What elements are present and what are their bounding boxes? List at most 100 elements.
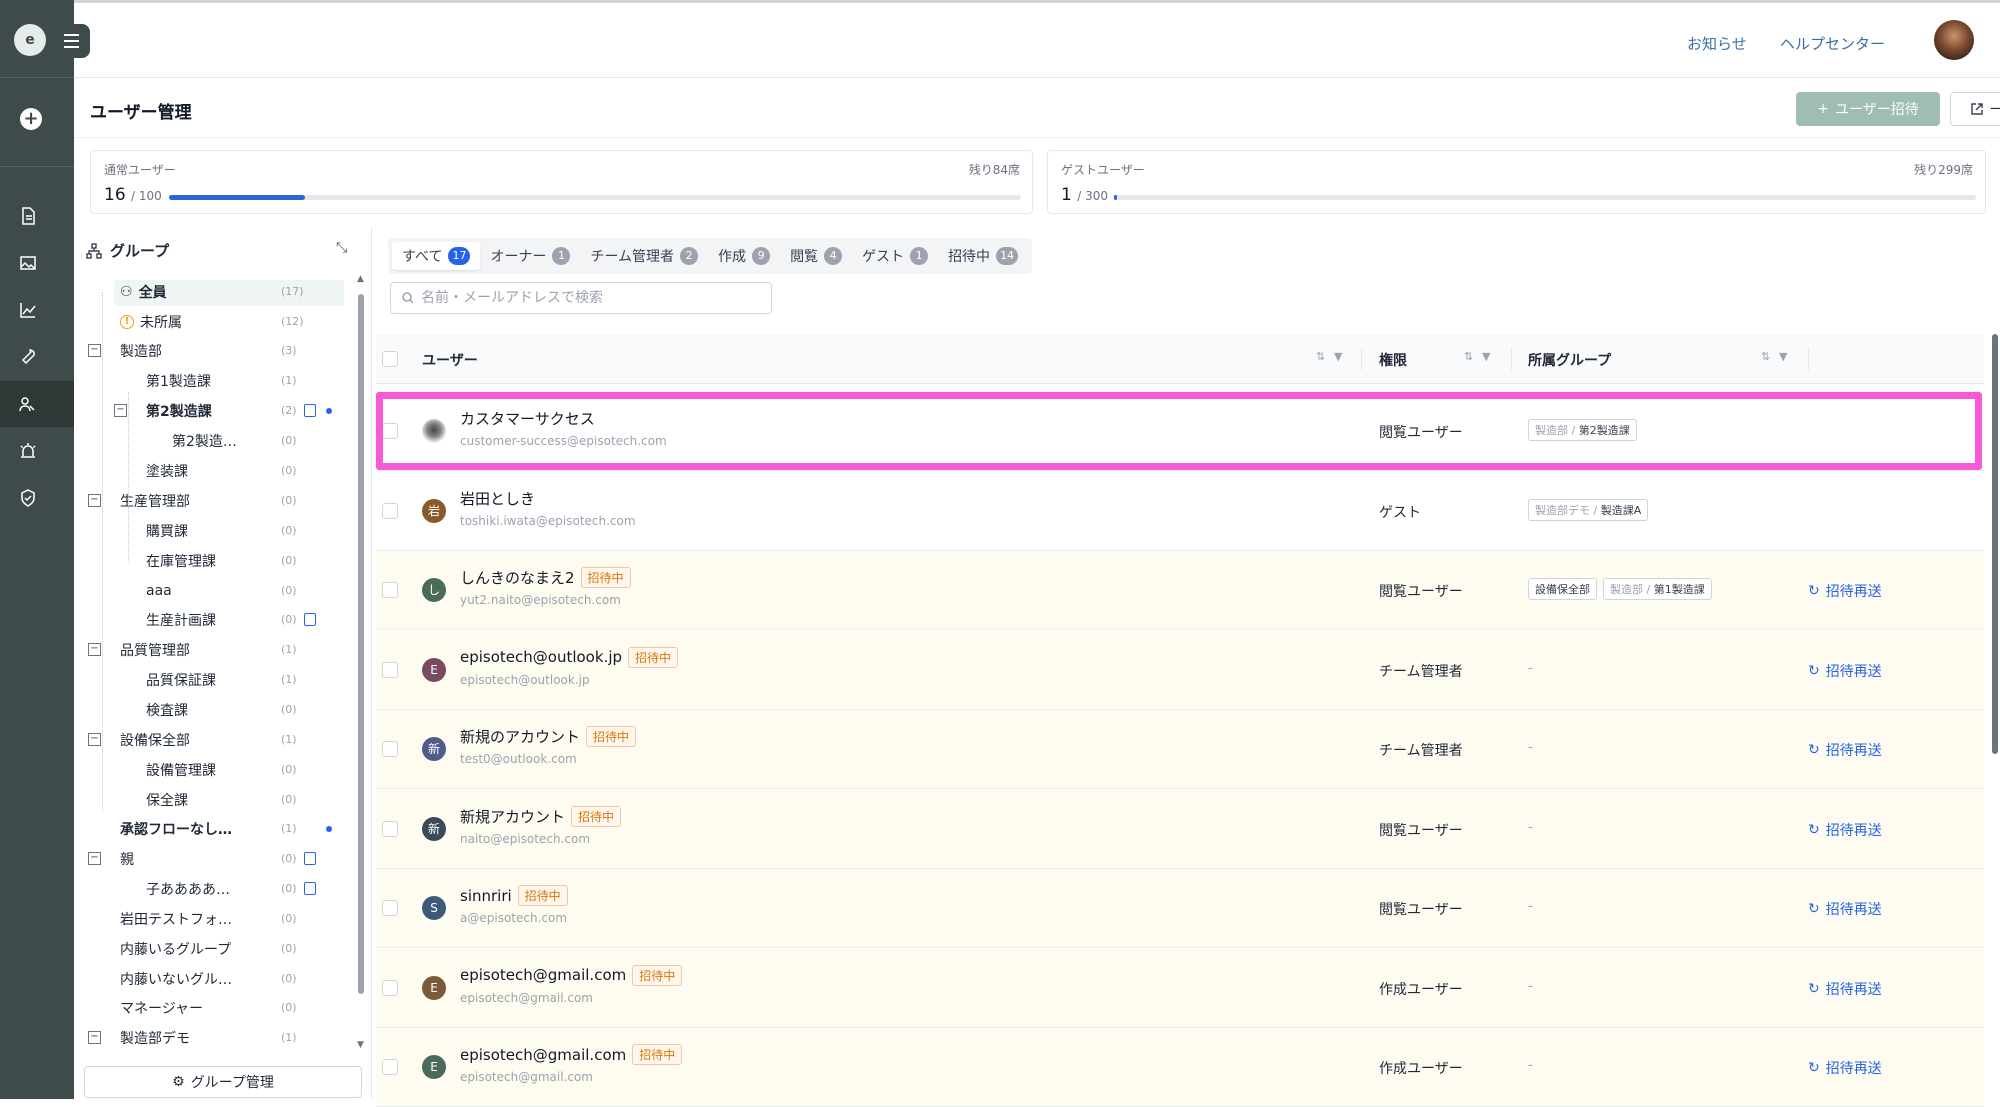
group-item[interactable]: ! 未所属 — [120, 307, 182, 337]
group-item[interactable]: 品質保証課 — [146, 665, 216, 695]
shield-check-icon[interactable] — [0, 475, 56, 521]
group-item[interactable]: 第2製造… — [172, 426, 237, 456]
tab-3[interactable]: 作成 9 — [708, 242, 780, 270]
resend-invite-button[interactable]: ↻ 招待再送 — [1808, 1058, 1882, 1078]
row-checkbox[interactable] — [382, 502, 398, 519]
group-item[interactable]: 親 — [120, 844, 134, 874]
app-logo[interactable]: e — [14, 24, 46, 56]
row-checkbox[interactable] — [382, 423, 398, 439]
sort-icon[interactable]: ⇅ — [1316, 350, 1325, 363]
collapse-toggle-icon[interactable]: − — [88, 344, 101, 357]
tab-0[interactable]: すべて 17 — [392, 242, 481, 270]
group-item[interactable]: 第2製造課 — [146, 396, 212, 426]
row-checkbox[interactable] — [382, 741, 398, 757]
group-item[interactable]: 第1製造課 — [146, 366, 211, 396]
tab-6[interactable]: 招待中 14 — [938, 242, 1028, 270]
table-row[interactable]: Eepisotech@outlook.jp 招待中 episotech@outloo… — [376, 630, 1984, 710]
table-row[interactable]: Ssinnriri 招待中 a@episotech.com 閲覧ユーザー - ↻ 招待再送 — [376, 869, 1984, 948]
resend-invite-button[interactable]: ↻ 招待再送 — [1808, 581, 1882, 601]
news-link[interactable]: お知らせ — [1687, 33, 1747, 54]
wrench-icon[interactable] — [0, 334, 56, 380]
create-plus-icon[interactable]: + — [20, 108, 42, 130]
filter-icon[interactable]: ▼ — [1334, 350, 1342, 363]
group-item[interactable]: 検査課 — [146, 695, 188, 725]
page-header: ユーザー管理 + ユーザー招待 一括変更 — [74, 78, 2000, 138]
document-icon[interactable] — [0, 193, 56, 239]
group-item[interactable]: 製造部デモ — [120, 1023, 190, 1053]
collapse-icon[interactable]: ⤡ — [336, 240, 347, 256]
collapse-toggle-icon[interactable]: − — [88, 1031, 101, 1044]
tab-2[interactable]: チーム管理者 2 — [580, 242, 708, 270]
tab-1[interactable]: オーナー 1 — [480, 242, 580, 270]
row-checkbox[interactable] — [382, 582, 398, 598]
group-scrollbar[interactable]: ▲ ▼ — [356, 274, 366, 1054]
table-row[interactable]: 新新規のアカウント 招待中 test0@outlook.com チーム管理者 - ↻ 招待再… — [376, 710, 1984, 789]
select-all-checkbox[interactable] — [382, 351, 398, 367]
help-center-link[interactable]: ヘルプセンター — [1780, 33, 1885, 54]
resend-invite-button[interactable]: ↻ 招待再送 — [1808, 820, 1882, 840]
row-checkbox[interactable] — [382, 900, 398, 916]
pending-badge: 招待中 — [632, 1044, 683, 1065]
group-scroll-thumb[interactable] — [358, 294, 364, 994]
bulk-edit-button[interactable]: 一括変更 — [1950, 92, 2000, 126]
external-edit-icon — [1971, 103, 1983, 115]
group-item[interactable]: 内藤いないグル… — [120, 964, 232, 994]
menu-toggle-icon[interactable] — [52, 24, 90, 58]
table-row[interactable]: カスタマーサクセス customer-success@episotech.com 閲… — [376, 392, 1984, 471]
image-icon[interactable] — [0, 240, 56, 286]
group-item[interactable]: 内藤いるグループ — [120, 934, 231, 964]
collapse-toggle-icon[interactable]: − — [88, 852, 101, 865]
filter-icon[interactable]: ▼ — [1482, 350, 1490, 363]
group-item[interactable]: aaa — [146, 576, 172, 606]
filter-icon[interactable]: ▼ — [1779, 350, 1787, 363]
row-checkbox[interactable] — [382, 820, 398, 837]
table-row[interactable]: 新新規アカウント 招待中 naito@episotech.com 閲覧ユーザー - ↻ 招待… — [376, 789, 1984, 869]
group-item[interactable]: 生産管理部 — [120, 486, 190, 516]
scroll-down-icon[interactable]: ▼ — [357, 1040, 364, 1050]
row-checkbox[interactable] — [382, 979, 398, 996]
alarm-icon[interactable] — [0, 428, 56, 474]
resend-invite-button[interactable]: ↻ 招待再送 — [1808, 979, 1882, 999]
group-item[interactable]: 製造部 — [120, 336, 162, 366]
group-item[interactable]: 岩田テストフォ… — [120, 904, 232, 934]
collapse-toggle-icon[interactable]: − — [88, 643, 101, 656]
group-manage-button[interactable]: ⚙ グループ管理 — [84, 1066, 362, 1098]
group-item[interactable]: 購買課 — [146, 516, 188, 546]
tab-5[interactable]: ゲスト 1 — [852, 242, 938, 270]
group-item[interactable]: 設備管理課 — [146, 755, 216, 785]
sort-icon[interactable]: ⇅ — [1761, 350, 1770, 363]
group-item[interactable]: マネージャー — [120, 993, 203, 1023]
group-item[interactable]: 在庫管理課 — [146, 546, 216, 576]
group-item[interactable]: 品質管理部 — [120, 635, 190, 665]
group-item[interactable]: 承認フローなし… — [120, 814, 232, 844]
group-item[interactable]: 子ああああ… — [146, 874, 230, 904]
chart-icon[interactable] — [0, 287, 56, 333]
group-item[interactable]: ⚇ 全員 — [120, 277, 167, 307]
collapse-toggle-icon[interactable]: − — [88, 733, 101, 746]
table-row[interactable]: ししんきのなまえ2 招待中 yut2.naito@episotech.com 閲覧ユー… — [376, 551, 1984, 630]
users-icon[interactable] — [0, 381, 74, 427]
table-row[interactable]: Eepisotech@gmail.com 招待中 episotech@gmail.c… — [376, 948, 1984, 1028]
resend-invite-button[interactable]: ↻ 招待再送 — [1808, 740, 1882, 760]
table-row[interactable]: Eepisotech@gmail.com 招待中 episotech@gmail.c… — [376, 1028, 1984, 1107]
sort-icon[interactable]: ⇅ — [1464, 350, 1473, 363]
search-box[interactable] — [390, 282, 772, 314]
invite-user-button[interactable]: + ユーザー招待 — [1796, 92, 1940, 126]
collapse-toggle-icon[interactable]: − — [88, 494, 101, 507]
row-checkbox[interactable] — [382, 661, 398, 678]
user-avatar[interactable] — [1934, 20, 1974, 60]
tab-4[interactable]: 閲覧 4 — [780, 242, 852, 270]
group-item[interactable]: 生産計画課 — [146, 605, 216, 635]
group-item[interactable]: 保全課 — [146, 785, 188, 815]
table-scroll-thumb[interactable] — [1992, 334, 1998, 754]
scroll-up-icon[interactable]: ▲ — [357, 274, 364, 284]
row-checkbox[interactable] — [382, 1059, 398, 1075]
table-scrollbar[interactable] — [1990, 334, 2000, 754]
group-item[interactable]: 塗装課 — [146, 456, 188, 486]
search-input[interactable] — [421, 290, 751, 306]
collapse-toggle-icon[interactable]: − — [114, 404, 127, 417]
table-row[interactable]: 岩岩田としき toshiki.iwata@episotech.com ゲスト 製造部デ… — [376, 472, 1984, 551]
resend-invite-button[interactable]: ↻ 招待再送 — [1808, 661, 1882, 681]
resend-invite-button[interactable]: ↻ 招待再送 — [1808, 899, 1882, 919]
group-item[interactable]: 設備保全部 — [120, 725, 190, 755]
